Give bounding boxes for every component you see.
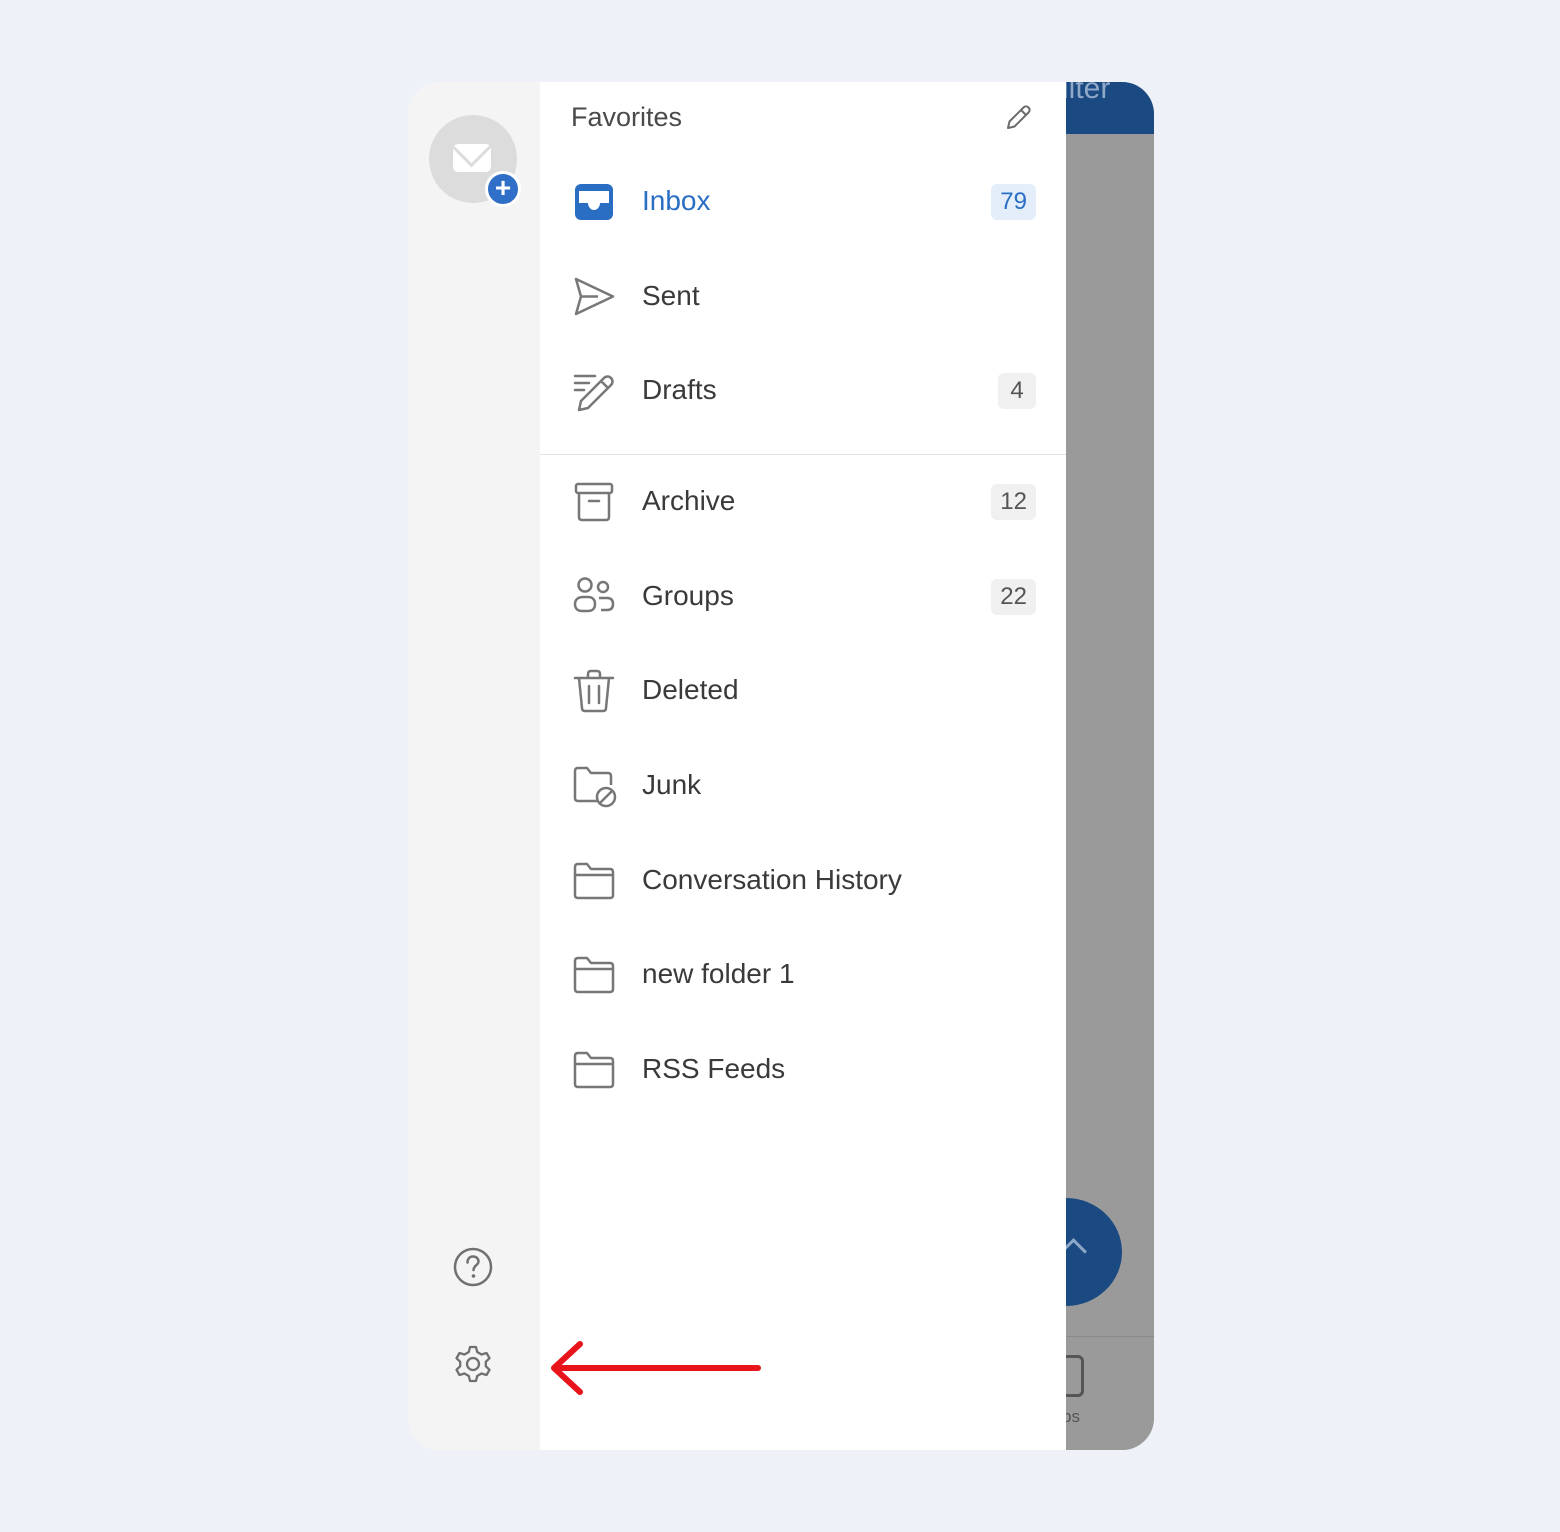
annotation-arrow-icon [551, 1341, 761, 1395]
folder-item-deleted[interactable]: Deleted [540, 646, 1066, 736]
unread-count-badge: 79 [991, 184, 1036, 220]
edit-favorites-button[interactable] [1002, 102, 1034, 134]
folder-label: Junk [642, 769, 702, 800]
folder-label: RSS Feeds [642, 1053, 786, 1084]
archive-icon [574, 482, 614, 522]
folder-label: Deleted [642, 674, 739, 705]
help-button[interactable] [452, 1246, 494, 1288]
groups-icon [573, 577, 615, 613]
folder-label: Groups [642, 580, 734, 611]
trash-icon [573, 669, 615, 713]
folder-icon [573, 956, 615, 994]
envelope-icon [453, 144, 491, 172]
send-icon [574, 277, 615, 316]
folder-label: new folder 1 [642, 958, 795, 989]
unread-count-badge: 4 [998, 373, 1036, 409]
folder-item-groups[interactable]: Groups 22 [540, 552, 1066, 642]
folder-item-new-folder-1[interactable]: new folder 1 [540, 930, 1066, 1020]
folder-item-junk[interactable]: Junk [540, 741, 1066, 831]
help-icon [453, 1247, 493, 1287]
folder-icon [573, 862, 615, 900]
background-header: ilter [1066, 82, 1154, 134]
drafts-icon [573, 374, 614, 412]
folder-drawer: Favorites Inbox 79 Sent Drafts 4 Archive… [540, 82, 1066, 1450]
unread-count-badge: 22 [991, 579, 1036, 615]
unread-count-badge: 12 [991, 484, 1036, 520]
background-app-overlay[interactable]: ilter ps [1010, 82, 1154, 1450]
settings-button[interactable] [452, 1343, 494, 1385]
folder-label: Archive [642, 485, 736, 516]
folder-item-archive[interactable]: Archive 12 [540, 457, 1066, 547]
plus-icon: + [485, 171, 521, 207]
favorites-heading: Favorites [571, 102, 683, 132]
folder-item-drafts[interactable]: Drafts 4 [540, 346, 1066, 436]
folder-label: Sent [642, 280, 700, 311]
folder-label: Inbox [642, 185, 711, 216]
folder-icon [573, 1051, 615, 1089]
folder-label: Drafts [642, 374, 717, 405]
inbox-icon [575, 184, 613, 220]
account-rail: + [408, 82, 540, 1450]
folder-label: Conversation History [642, 864, 902, 895]
background-tab-bar: ps [1056, 1336, 1154, 1450]
folder-item-rss-feeds[interactable]: RSS Feeds [540, 1025, 1066, 1115]
section-divider [540, 454, 1066, 455]
mail-app-window: ilter ps + Favorites Inbox 79 Sent Draft… [408, 82, 1154, 1450]
gear-icon [455, 1345, 491, 1383]
background-header-text: ilter [1066, 82, 1111, 105]
folder-item-inbox[interactable]: Inbox 79 [540, 157, 1066, 247]
folder-item-conversation-history[interactable]: Conversation History [540, 836, 1066, 926]
add-account-button[interactable]: + [429, 115, 521, 207]
junk-folder-icon [573, 766, 617, 808]
folder-item-sent[interactable]: Sent [540, 252, 1066, 342]
pencil-icon [1007, 105, 1031, 129]
